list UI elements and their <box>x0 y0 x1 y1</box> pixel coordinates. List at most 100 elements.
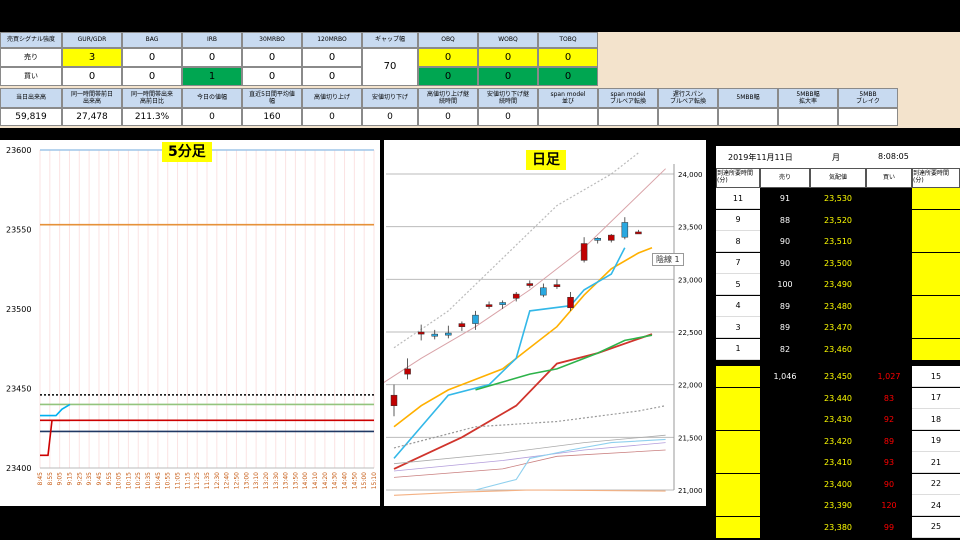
sell-row: 8 90 23,510 <box>716 231 960 252</box>
x-tick-label: 14:40 <box>342 472 349 489</box>
chart-5min: 23600 23550 23500 23450 23400 8:45 8:55 9:05 9:1… <box>0 140 380 506</box>
x-tick-label: 9:45 <box>96 472 103 486</box>
metric-header-9: span model 並び <box>538 88 598 108</box>
span-a-line <box>475 438 666 491</box>
chart-daily: 24,000 23,500 23,000 22,500 22,000 21,500 21,0… <box>380 140 706 506</box>
metric-value-4: 160 <box>242 108 302 126</box>
sell-qty: 82 <box>779 344 791 354</box>
sell-price: 23,500 <box>824 258 852 268</box>
candle-body <box>553 284 561 287</box>
header-3: IRB <box>182 32 242 48</box>
x-tick-label: 10:45 <box>155 472 162 489</box>
candle-body <box>635 231 642 235</box>
order-book: 2019年11月11日 月 8:08:05 到達所要時間(分) 売り 気配値 買い 到達… <box>716 142 960 538</box>
sell-qty: 89 <box>779 301 791 311</box>
metric-header-14: 5MBB ブレイク <box>838 88 898 108</box>
x-tick-label: 9:35 <box>86 472 93 486</box>
buy-row-sell-qty <box>760 409 810 430</box>
sell-qty: 89 <box>779 323 791 332</box>
empty-time <box>716 495 760 516</box>
buy-price: 23,400 <box>824 479 852 489</box>
sell-time: 3 <box>716 317 760 338</box>
candle-body <box>499 302 506 305</box>
candle-body <box>540 287 547 296</box>
candle-body <box>512 293 520 299</box>
candle-body <box>458 323 466 327</box>
empty-time <box>912 338 960 360</box>
x-tick-label: 10:35 <box>145 472 152 489</box>
signal-panel: 売買シグナル強度 GUR/GDR BAG IRB 30MRBO 120MRBO ギャップ幅 O… <box>0 32 960 128</box>
header-0: 売買シグナル強度 <box>0 32 62 48</box>
chart-5min-title: 5分足 <box>162 142 212 162</box>
x-tick-label: 9:05 <box>57 472 64 486</box>
empty-time <box>716 387 760 409</box>
sell-time: 4 <box>716 295 760 317</box>
buy-qty: 93 <box>883 458 895 467</box>
x-tick-label: 14:00 <box>302 472 309 489</box>
buy-row: 23,440 83 17 <box>716 387 960 409</box>
empty-buy <box>866 253 912 274</box>
sell-qty: 91 <box>779 194 791 203</box>
sell-time: 8 <box>716 231 760 252</box>
x-tick-label: 8:55 <box>47 472 54 486</box>
candle-body <box>580 243 588 261</box>
x-tick-label: 13:40 <box>283 472 290 489</box>
metric-value-10 <box>598 108 658 126</box>
buy-price: 23,390 <box>824 501 852 510</box>
x-tick-label: 11:35 <box>204 472 211 489</box>
buy-row: 23,390 120 24 <box>716 495 960 516</box>
metric-header-11: 遅行スパン ブルベア転換 <box>658 88 718 108</box>
buy-time: 24 <box>912 495 960 516</box>
buy-row: 23,410 93 21 <box>716 452 960 473</box>
buy-row: 1,046 23,450 1,027 15 <box>716 366 960 387</box>
empty-buy <box>866 296 912 317</box>
buy-qty: 90 <box>883 479 895 489</box>
header-5: 120MRBO <box>302 32 362 48</box>
sell-qty: 90 <box>779 258 791 268</box>
buy-signal-2: 1 <box>182 67 242 86</box>
x-tick-label: 11:25 <box>194 472 201 489</box>
buy-row-sell-qty <box>760 388 810 409</box>
y-tick-label: 24,000 <box>678 171 703 179</box>
header-1: GUR/GDR <box>62 32 122 48</box>
x-tick-label: 9:55 <box>106 472 113 486</box>
metric-value-5: 0 <box>302 108 362 126</box>
buy-q-1: 0 <box>478 67 538 86</box>
buy-row-sell-qty: 1,046 <box>773 372 797 381</box>
buy-qty: 83 <box>883 393 895 403</box>
candle-body <box>431 333 438 337</box>
sell-row: 11 91 23,530 <box>716 188 960 209</box>
sell-qty: 90 <box>779 237 791 246</box>
sell-qty: 88 <box>779 215 791 225</box>
buy-qty: 120 <box>881 501 897 510</box>
gap-width-value: 70 <box>362 48 418 86</box>
buy-row: 23,430 92 18 <box>716 409 960 430</box>
x-tick-label: 14:20 <box>322 472 329 489</box>
empty-time <box>912 317 960 338</box>
x-tick-label: 12:40 <box>224 472 231 489</box>
x-tick-label: 15:10 <box>371 472 378 489</box>
x-tick-label: 8:45 <box>37 472 44 486</box>
metric-header-4: 直近5日間平均値 幅 <box>242 88 302 108</box>
buy-qty: 89 <box>883 436 895 446</box>
price-trace-blue <box>40 403 71 417</box>
empty-time <box>716 409 760 430</box>
buy-q-0: 0 <box>418 67 478 86</box>
metric-value-1: 27,478 <box>62 108 122 126</box>
buy-row-sell-qty <box>760 517 810 538</box>
metric-header-10: span model ブルベア転換 <box>598 88 658 108</box>
ma25-line <box>393 333 653 470</box>
buy-row-sell-qty <box>760 452 810 473</box>
buy-time: 25 <box>912 516 960 538</box>
metric-header-6: 安値切り下げ <box>362 88 418 108</box>
sell-row: 3 89 23,470 <box>716 317 960 338</box>
buy-row-sell-qty <box>760 431 810 452</box>
header-9: TOBQ <box>538 32 598 48</box>
sigma2-line <box>393 152 639 349</box>
empty-time <box>912 252 960 274</box>
header-6: ギャップ幅 <box>362 32 418 48</box>
buy-qty: 99 <box>883 522 895 532</box>
x-tick-label: 13:20 <box>263 472 270 489</box>
metric-value-2: 211.3% <box>122 108 182 126</box>
chart-5min-svg: 23600 23550 23500 23450 23400 8:45 8:55 9:05 9:1… <box>6 146 378 489</box>
